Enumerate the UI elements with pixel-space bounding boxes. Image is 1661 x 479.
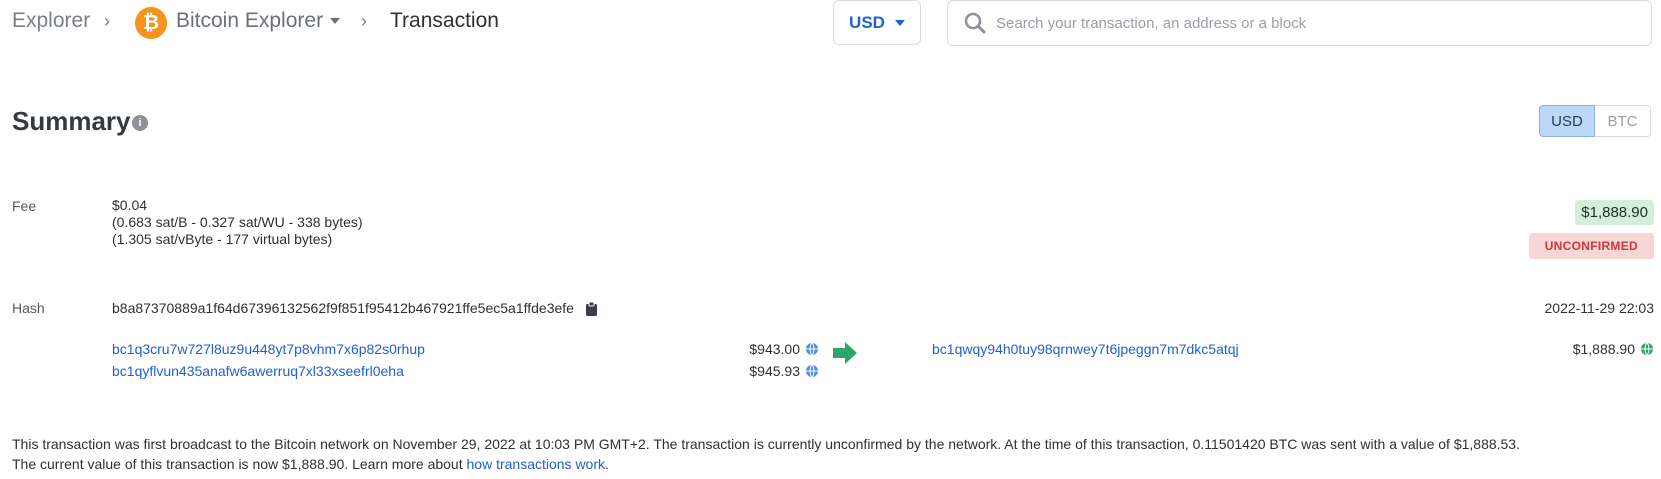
input-address-1[interactable]: bc1q3cru7w727l8uz9u448yt7p8vhm7x6p82s0rh… [112, 341, 425, 357]
input-amount-row-2: $945.93 [749, 363, 819, 379]
currency-select[interactable]: USD [833, 0, 921, 45]
breadcrumb-current: Transaction [390, 9, 499, 32]
input-amount-row-1: $943.00 [749, 341, 819, 357]
description-line-1: This transaction was first broadcast to … [12, 436, 1520, 452]
output-amount-row-1: $1,888.90 [1573, 341, 1654, 357]
chevron-right-icon: › [104, 11, 110, 31]
search-input[interactable] [994, 13, 1651, 33]
bitcoin-icon: ₿ [135, 7, 167, 39]
description-text-2: The current value of this transaction is… [12, 456, 467, 472]
currency-select-value: USD [849, 12, 885, 32]
globe-icon[interactable] [1640, 342, 1654, 356]
fee-detail-2: (1.305 sat/vByte - 177 virtual bytes) [112, 231, 333, 247]
fee-label: Fee [12, 198, 37, 214]
caret-down-icon [330, 18, 341, 25]
fee-value: $0.04 [112, 197, 148, 213]
hash-value: b8a87370889a1f64d67396132562f9f851f95412… [112, 300, 574, 316]
globe-icon[interactable] [805, 364, 819, 378]
search-box[interactable] [947, 0, 1652, 46]
caret-down-icon [894, 19, 905, 26]
search-icon [964, 12, 986, 34]
toggle-btc[interactable]: BTC [1595, 105, 1651, 137]
chevron-right-icon: › [361, 11, 367, 31]
bitcoin-icon-glyph: ₿ [142, 11, 160, 34]
toggle-usd[interactable]: USD [1539, 105, 1595, 137]
fee-detail-1: (0.683 sat/B - 0.327 sat/WU - 338 bytes) [112, 214, 363, 230]
input-amount-2: $945.93 [749, 363, 800, 379]
hash-label: Hash [12, 300, 45, 316]
info-icon[interactable]: i [132, 115, 148, 131]
output-amount-1: $1,888.90 [1572, 341, 1635, 357]
description-line-2: The current value of this transaction is… [12, 454, 1657, 474]
transaction-description: This transaction was first broadcast to … [12, 434, 1657, 474]
breadcrumb-explorer-link[interactable]: Explorer [12, 9, 90, 33]
output-address-1[interactable]: bc1qwqy94h0tuy98qrnwey7t6jpeggn7m7dkc5at… [932, 341, 1239, 357]
globe-icon[interactable] [805, 342, 819, 356]
clipboard-icon[interactable] [585, 302, 597, 317]
page-title: Summary [12, 106, 131, 136]
hash-row: b8a87370889a1f64d67396132562f9f851f95412… [112, 300, 597, 317]
total-amount-badge: $1,888.90 [1575, 200, 1654, 225]
transaction-timestamp: 2022-11-29 22:03 [1544, 300, 1655, 316]
currency-toggle: USD BTC [1539, 105, 1651, 137]
input-address-2[interactable]: bc1qyflvun435anafw6awerruq7xl33xseefrl0e… [112, 363, 404, 379]
arrow-right-icon [833, 342, 857, 364]
network-selector-label: Bitcoin Explorer [176, 9, 324, 32]
description-end: . [605, 456, 609, 472]
how-transactions-work-link[interactable]: how transactions work [467, 456, 606, 472]
network-selector[interactable]: Bitcoin Explorer [176, 9, 341, 33]
input-amount-1: $943.00 [749, 341, 800, 357]
status-badge: UNCONFIRMED [1528, 233, 1654, 259]
